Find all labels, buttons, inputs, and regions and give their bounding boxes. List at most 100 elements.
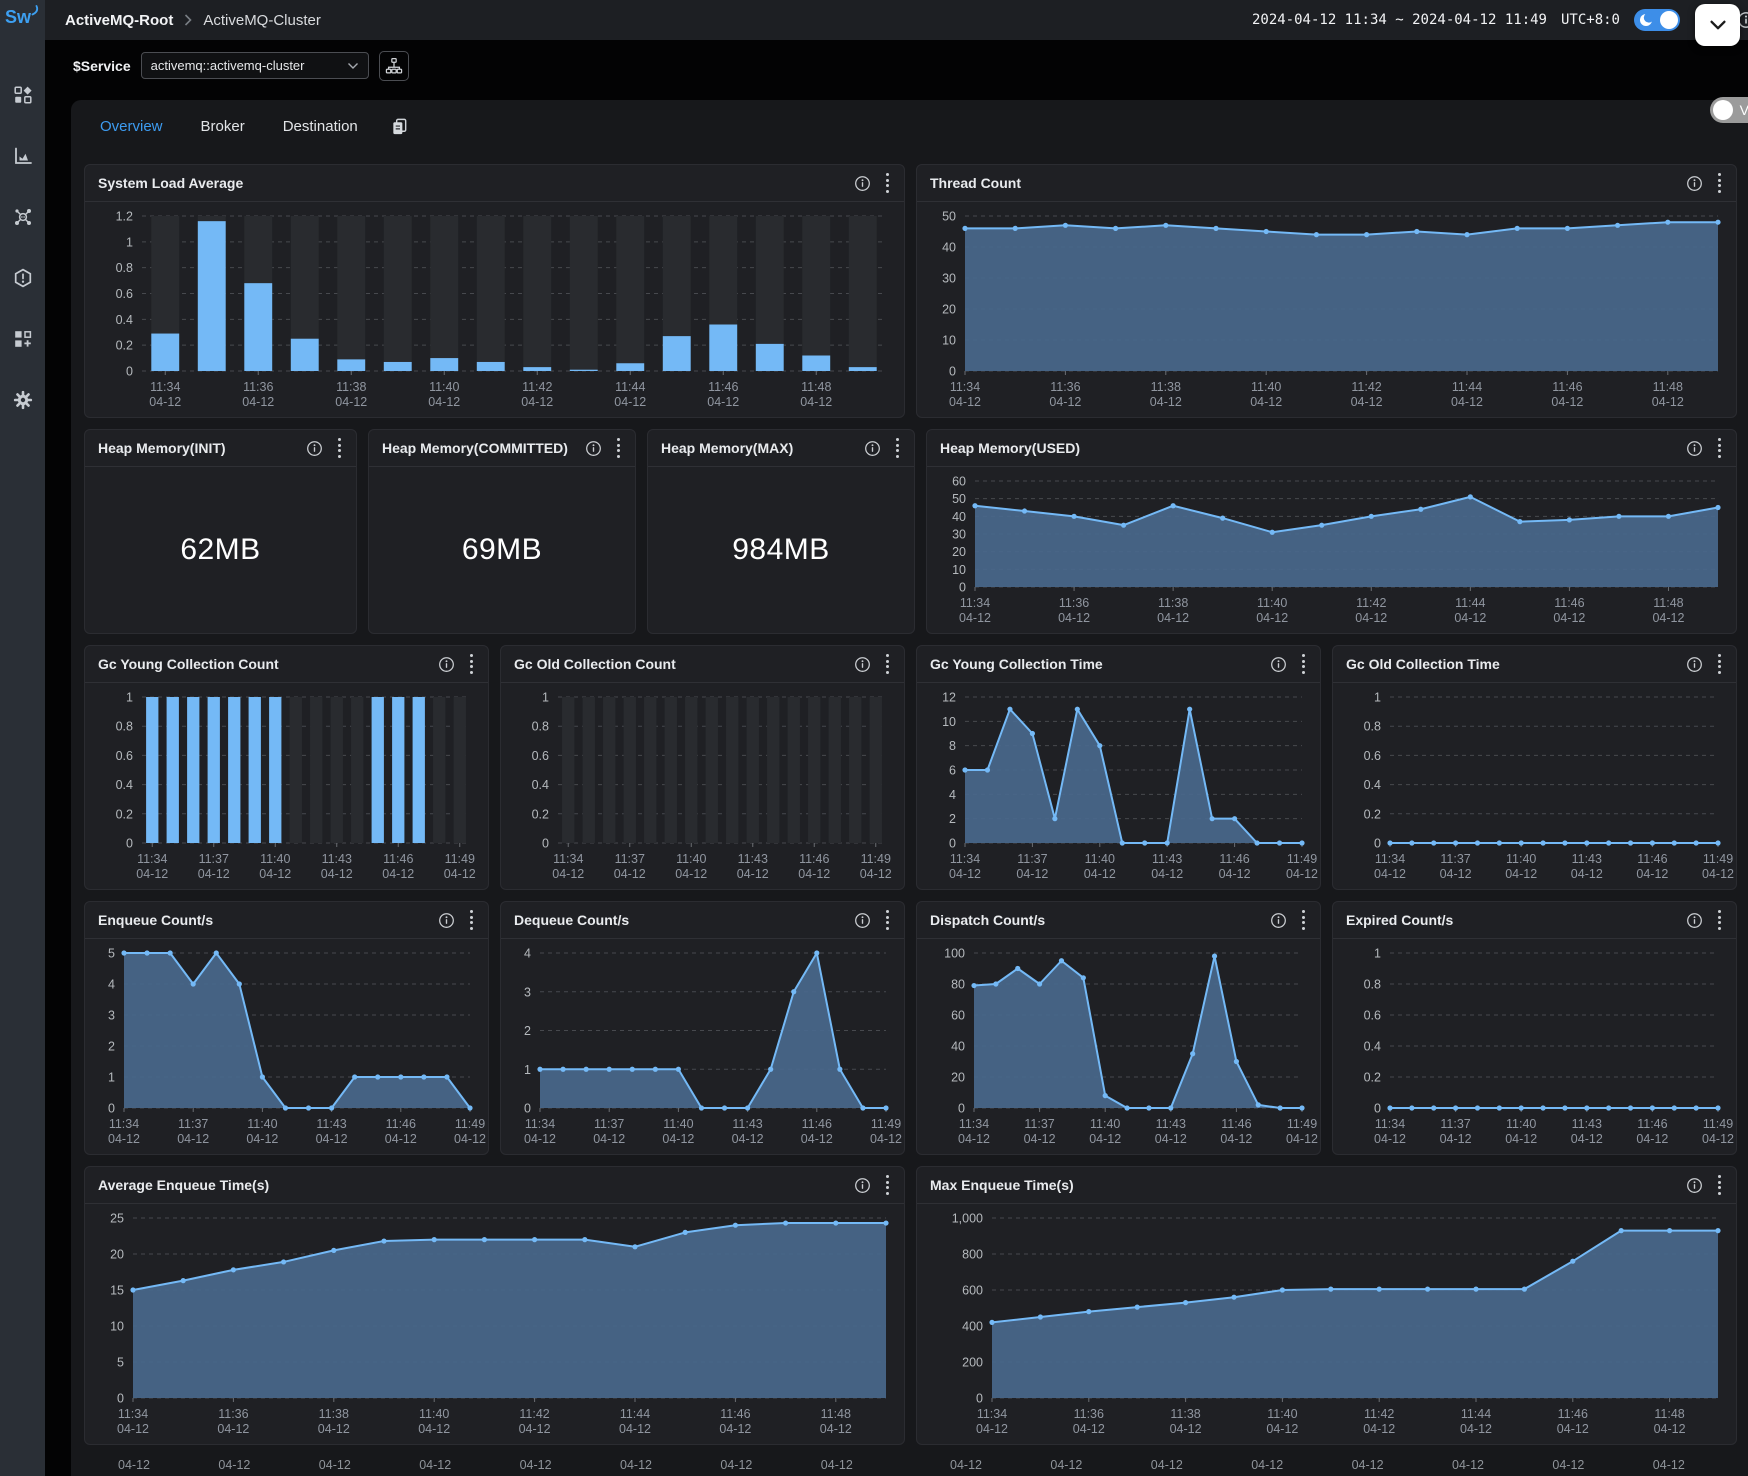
kebab-menu-icon[interactable] <box>884 1173 891 1197</box>
svg-text:6: 6 <box>949 764 956 778</box>
kebab-menu-icon[interactable] <box>884 171 891 195</box>
view-toggle[interactable]: V <box>1710 97 1748 123</box>
chart-thread-count[interactable]: 0102030405011:3404-1211:3604-1211:3804-1… <box>917 202 1736 417</box>
chart-average-enqueue-time-s[interactable]: 051015202511:3404-1211:3604-1211:3804-12… <box>85 1204 904 1444</box>
info-icon[interactable] <box>864 440 881 457</box>
info-icon[interactable] <box>1686 175 1703 192</box>
info-icon[interactable] <box>854 912 871 929</box>
breadcrumb-root[interactable]: ActiveMQ-Root <box>65 12 173 29</box>
collapse-overlay-button[interactable] <box>1695 4 1740 46</box>
kebab-menu-icon[interactable] <box>1300 652 1307 676</box>
chart-heap-memory-used[interactable]: 010203040506011:3404-1211:3604-1211:3804… <box>927 467 1736 633</box>
svg-text:04-12: 04-12 <box>444 867 476 881</box>
chart-enqueue-count-s[interactable]: 01234511:3404-1211:3704-1211:4004-1211:4… <box>85 939 488 1154</box>
tab-broker[interactable]: Broker <box>201 118 245 135</box>
clipped-axis-label: 04-12 <box>218 1458 250 1472</box>
kebab-menu-icon[interactable] <box>1716 908 1723 932</box>
moon-icon <box>1638 12 1654 28</box>
sidebar-item-dashboards[interactable] <box>0 308 45 369</box>
kebab-menu-icon[interactable] <box>1716 652 1723 676</box>
chart-gc-young-collection-count[interactable]: 00.20.40.60.8111:3404-1211:3704-1211:400… <box>85 683 488 889</box>
service-topology-button[interactable] <box>379 51 409 81</box>
svg-text:11:34: 11:34 <box>553 852 583 866</box>
svg-text:11:46: 11:46 <box>802 1117 832 1131</box>
sidebar-item-metrics[interactable] <box>0 125 45 186</box>
info-icon[interactable] <box>438 656 455 673</box>
svg-text:11:44: 11:44 <box>615 380 645 394</box>
info-icon[interactable] <box>854 175 871 192</box>
svg-text:04-12: 04-12 <box>1084 867 1116 881</box>
svg-text:04-12: 04-12 <box>662 1132 694 1146</box>
svg-text:04-12: 04-12 <box>521 395 553 409</box>
tab-overview[interactable]: Overview <box>100 118 163 135</box>
info-icon[interactable] <box>306 440 323 457</box>
chart-gc-old-collection-count[interactable]: 00.20.40.60.8111:3404-1211:3704-1211:400… <box>501 683 904 889</box>
svg-text:1: 1 <box>126 235 133 249</box>
panel-thread-count: Thread Count0102030405011:3404-1211:3604… <box>916 164 1737 418</box>
svg-text:04-12: 04-12 <box>1440 867 1472 881</box>
tab-destination[interactable]: Destination <box>283 118 358 135</box>
svg-text:11:40: 11:40 <box>1506 852 1536 866</box>
svg-text:11:38: 11:38 <box>336 380 366 394</box>
breadcrumb-current[interactable]: ActiveMQ-Cluster <box>203 12 321 29</box>
dashboard-content: Overview Broker Destination System Load … <box>71 100 1748 1476</box>
copy-icon[interactable] <box>390 117 409 136</box>
svg-text:20: 20 <box>952 545 966 559</box>
svg-text:4: 4 <box>108 978 115 992</box>
info-icon[interactable] <box>1270 656 1287 673</box>
svg-text:04-12: 04-12 <box>1286 1132 1318 1146</box>
chart-system-load-average[interactable]: 00.20.40.60.811.211:3404-1211:3604-1211:… <box>85 202 904 417</box>
svg-text:04-12: 04-12 <box>1636 867 1668 881</box>
chart-dispatch-count-s[interactable]: 02040608010011:3404-1211:3704-1211:4004-… <box>917 939 1320 1154</box>
topbar: Sw ActiveMQ-Root ActiveMQ-Cluster 2024-0… <box>0 0 1748 40</box>
svg-text:11:36: 11:36 <box>218 1407 248 1421</box>
dashboards-icon <box>13 329 33 349</box>
kebab-menu-icon[interactable] <box>894 436 901 460</box>
kebab-menu-icon[interactable] <box>468 652 475 676</box>
info-icon[interactable] <box>1686 440 1703 457</box>
info-icon[interactable] <box>1686 1177 1703 1194</box>
chart-expired-count-s[interactable]: 00.20.40.60.8111:3404-1211:3704-1211:400… <box>1333 939 1736 1154</box>
info-icon[interactable] <box>1686 656 1703 673</box>
info-icon[interactable] <box>854 656 871 673</box>
svg-text:11:49: 11:49 <box>1703 852 1733 866</box>
svg-text:04-12: 04-12 <box>1571 867 1603 881</box>
info-icon[interactable] <box>1686 912 1703 929</box>
kebab-menu-icon[interactable] <box>884 652 891 676</box>
kebab-menu-icon[interactable] <box>884 908 891 932</box>
chart-max-enqueue-time-s[interactable]: 02004006008001,00011:3404-1211:3604-1211… <box>917 1204 1736 1444</box>
svg-text:11:38: 11:38 <box>319 1407 349 1421</box>
svg-text:1: 1 <box>1374 947 1381 961</box>
info-icon[interactable] <box>1270 912 1287 929</box>
svg-text:1,000: 1,000 <box>952 1212 983 1226</box>
chart-dequeue-count-s[interactable]: 0123411:3404-1211:3704-1211:4004-1211:43… <box>501 939 904 1154</box>
kebab-menu-icon[interactable] <box>468 908 475 932</box>
dark-mode-toggle[interactable] <box>1634 9 1680 31</box>
svg-text:11:34: 11:34 <box>137 852 167 866</box>
sidebar-item-marketplace[interactable] <box>0 64 45 125</box>
clipped-axis-label: 04-12 <box>1352 1458 1384 1472</box>
sidebar-item-alarm[interactable] <box>0 247 45 308</box>
kebab-menu-icon[interactable] <box>1716 1173 1723 1197</box>
timezone[interactable]: UTC+8:0 <box>1561 12 1620 28</box>
sidebar-item-topology[interactable] <box>0 186 45 247</box>
sidebar-item-settings[interactable] <box>0 369 45 430</box>
time-range[interactable]: 2024-04-12 11:34 ~ 2024-04-12 11:49 <box>1252 12 1547 28</box>
kebab-menu-icon[interactable] <box>615 436 622 460</box>
svg-text:0: 0 <box>126 837 133 851</box>
info-icon[interactable] <box>854 1177 871 1194</box>
app-logo[interactable]: Sw <box>0 0 45 40</box>
service-select[interactable]: activemq::activemq-cluster <box>141 52 369 79</box>
info-icon[interactable] <box>438 912 455 929</box>
kebab-menu-icon[interactable] <box>1716 171 1723 195</box>
chart-gc-young-collection-time[interactable]: 02468101211:3404-1211:3704-1211:4004-121… <box>917 683 1320 889</box>
svg-text:0.8: 0.8 <box>1364 720 1381 734</box>
svg-text:04-12: 04-12 <box>958 1132 990 1146</box>
kebab-menu-icon[interactable] <box>336 436 343 460</box>
kebab-menu-icon[interactable] <box>1716 436 1723 460</box>
chart-gc-old-collection-time[interactable]: 00.20.40.60.8111:3404-1211:3704-1211:400… <box>1333 683 1736 889</box>
info-icon[interactable] <box>585 440 602 457</box>
svg-text:04-12: 04-12 <box>418 1422 450 1436</box>
svg-text:04-12: 04-12 <box>1652 395 1684 409</box>
kebab-menu-icon[interactable] <box>1300 908 1307 932</box>
